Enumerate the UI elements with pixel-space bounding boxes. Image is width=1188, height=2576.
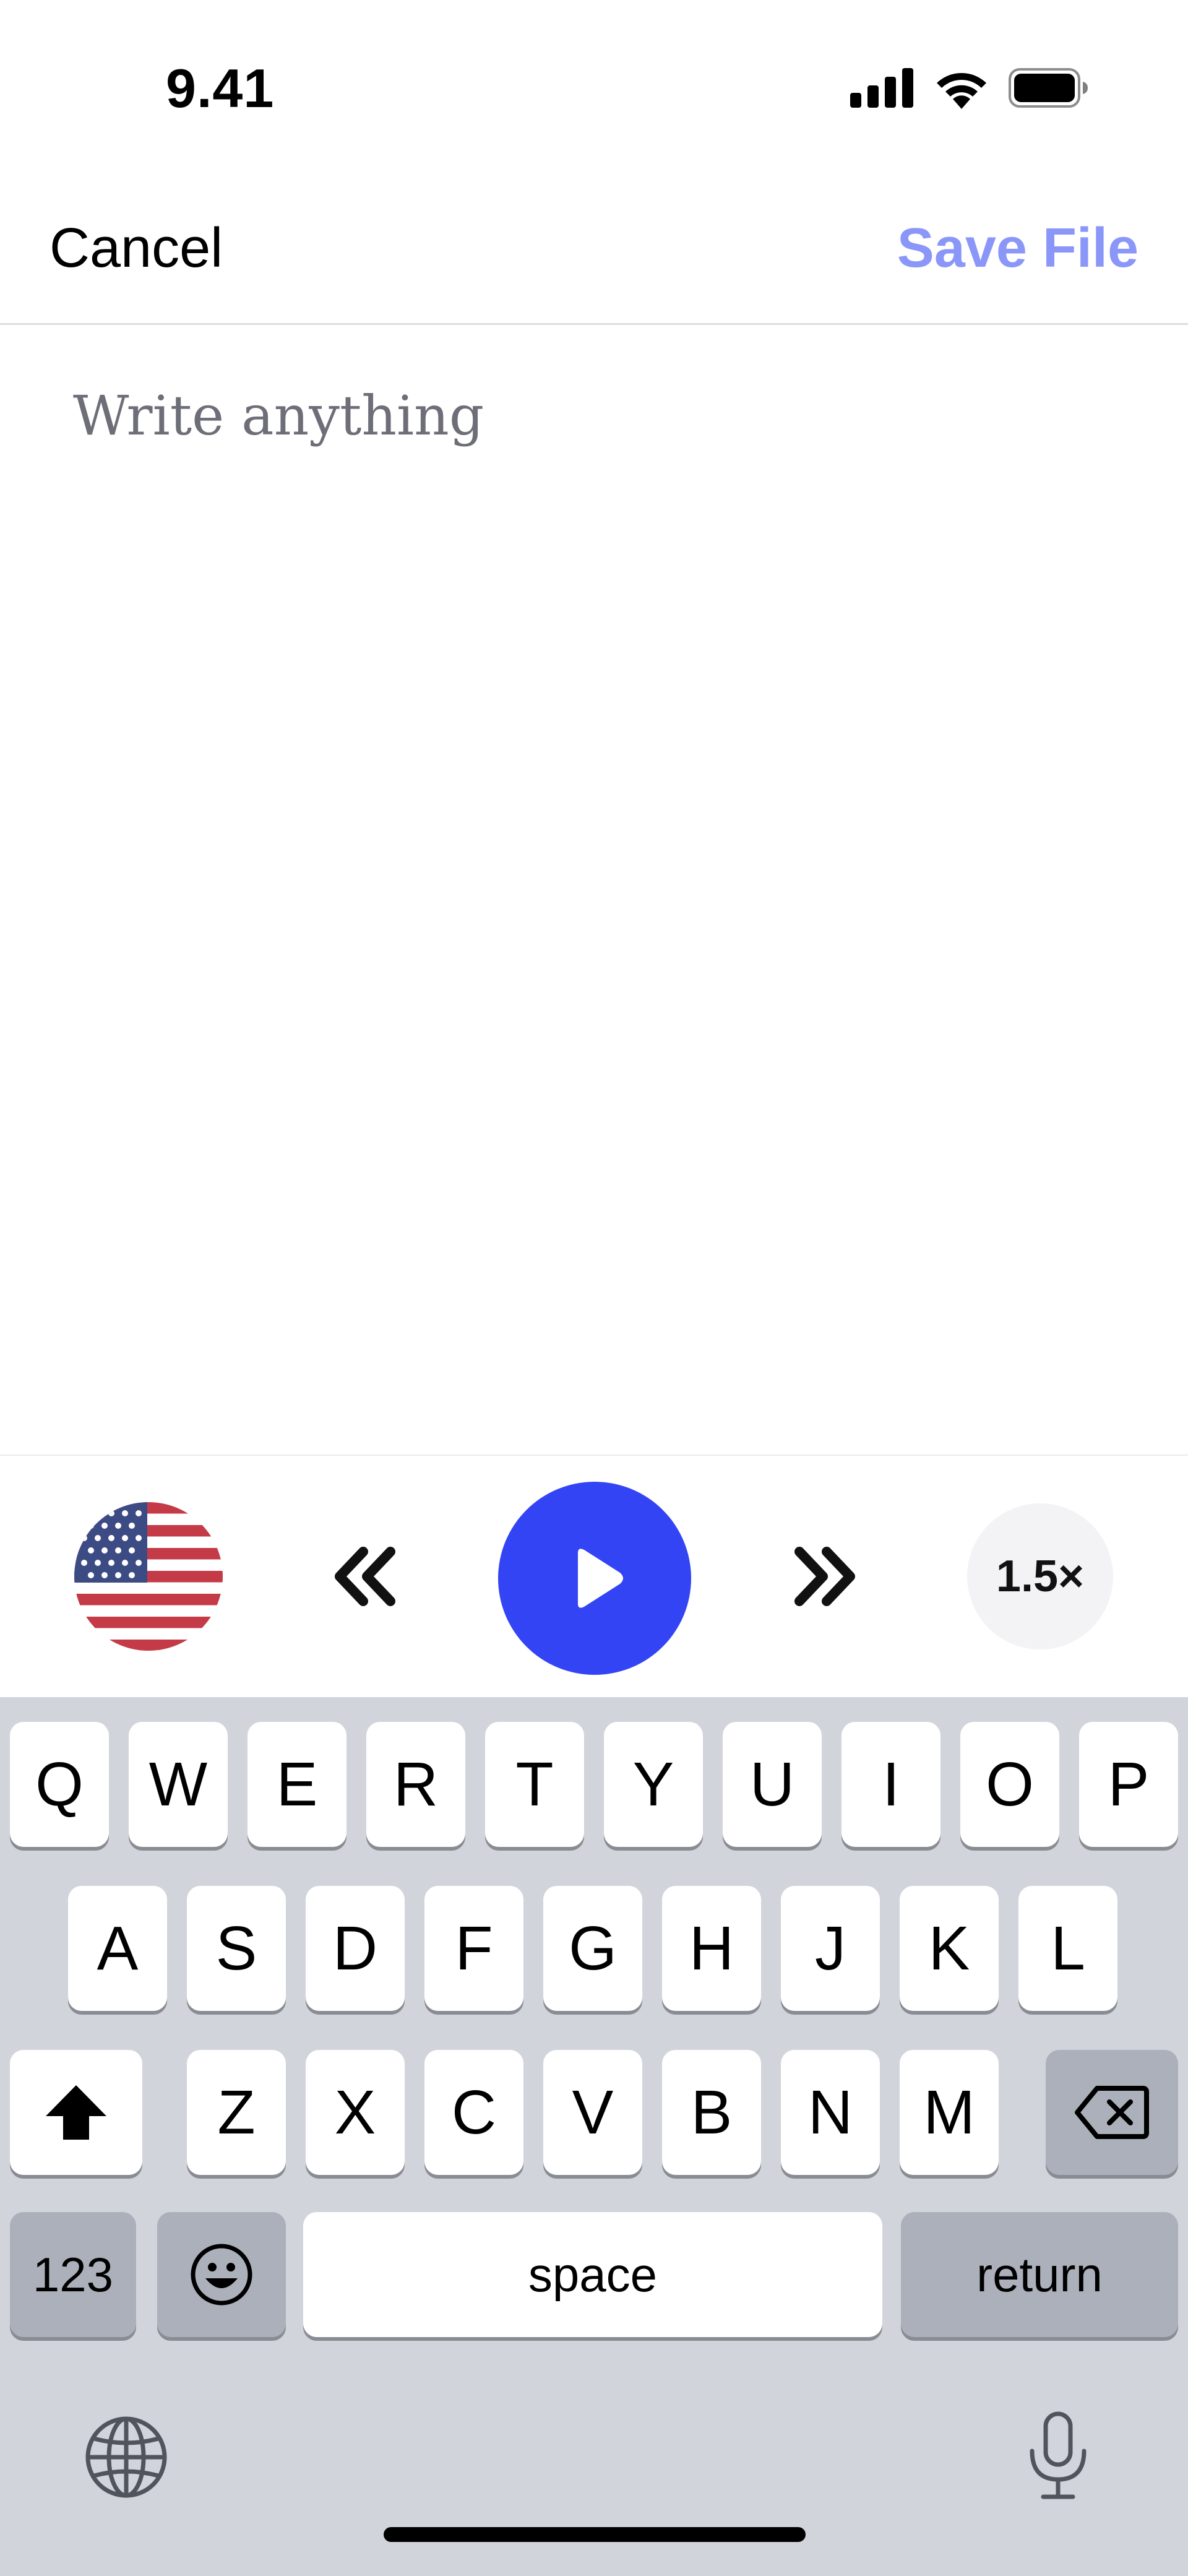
- key-g[interactable]: G: [543, 1886, 642, 2011]
- key-j[interactable]: J: [781, 1886, 880, 2011]
- key-k[interactable]: K: [900, 1886, 999, 2011]
- globe-icon[interactable]: [84, 2415, 168, 2499]
- home-indicator: [384, 2527, 806, 2542]
- key-u[interactable]: U: [723, 1722, 822, 1847]
- delete-icon: [1075, 2086, 1149, 2139]
- key-b[interactable]: B: [662, 2050, 761, 2175]
- return-key[interactable]: return: [901, 2212, 1178, 2337]
- key-c[interactable]: C: [424, 2050, 523, 2175]
- microphone-icon[interactable]: [1025, 2410, 1091, 2505]
- playback-speed-button[interactable]: 1.5×: [967, 1503, 1113, 1649]
- key-d[interactable]: D: [306, 1886, 405, 2011]
- key-r[interactable]: R: [366, 1722, 465, 1847]
- status-icons: [850, 67, 1089, 109]
- key-y[interactable]: Y: [604, 1722, 703, 1847]
- key-o[interactable]: O: [960, 1722, 1059, 1847]
- shift-icon: [46, 2085, 106, 2140]
- wifi-icon: [937, 73, 986, 109]
- space-key[interactable]: space: [303, 2212, 882, 2337]
- key-m[interactable]: M: [900, 2050, 999, 2175]
- player-bar: 1.5×: [0, 1454, 1188, 1698]
- key-f[interactable]: F: [424, 1886, 523, 2011]
- battery-icon: [1009, 68, 1088, 108]
- key-v[interactable]: V: [543, 2050, 642, 2175]
- key-t[interactable]: T: [485, 1722, 584, 1847]
- cancel-button[interactable]: Cancel: [50, 217, 223, 280]
- fast-forward-icon[interactable]: [785, 1536, 865, 1617]
- rewind-icon[interactable]: [325, 1536, 405, 1617]
- key-n[interactable]: N: [781, 2050, 880, 2175]
- key-h[interactable]: H: [662, 1886, 761, 2011]
- status-time: 9.41: [166, 58, 275, 119]
- status-bar: 9.41: [0, 0, 1188, 179]
- key-w[interactable]: W: [129, 1722, 228, 1847]
- play-button[interactable]: [498, 1482, 691, 1675]
- key-x[interactable]: X: [306, 2050, 405, 2175]
- emoji-key[interactable]: [157, 2212, 286, 2337]
- us-flag-icon[interactable]: [74, 1502, 223, 1651]
- text-editor[interactable]: [0, 325, 1188, 1454]
- key-l[interactable]: L: [1018, 1886, 1117, 2011]
- numbers-key[interactable]: 123: [10, 2212, 136, 2337]
- key-a[interactable]: A: [68, 1886, 167, 2011]
- play-icon: [578, 1549, 623, 1608]
- save-file-button[interactable]: Save File: [897, 217, 1138, 280]
- keyboard: QWERTYUIOP ASDFGHJKL ZXCVBNM 123 space r…: [0, 1697, 1188, 2576]
- key-z[interactable]: Z: [187, 2050, 286, 2175]
- shift-key[interactable]: [10, 2050, 142, 2175]
- signal-icon: [850, 68, 913, 108]
- key-s[interactable]: S: [187, 1886, 286, 2011]
- key-q[interactable]: Q: [10, 1722, 109, 1847]
- key-i[interactable]: I: [842, 1722, 940, 1847]
- key-p[interactable]: P: [1079, 1722, 1178, 1847]
- delete-key[interactable]: [1046, 2050, 1178, 2175]
- key-e[interactable]: E: [248, 1722, 346, 1847]
- emoji-icon: [191, 2244, 252, 2306]
- nav-bar: Cancel Save File: [0, 179, 1188, 325]
